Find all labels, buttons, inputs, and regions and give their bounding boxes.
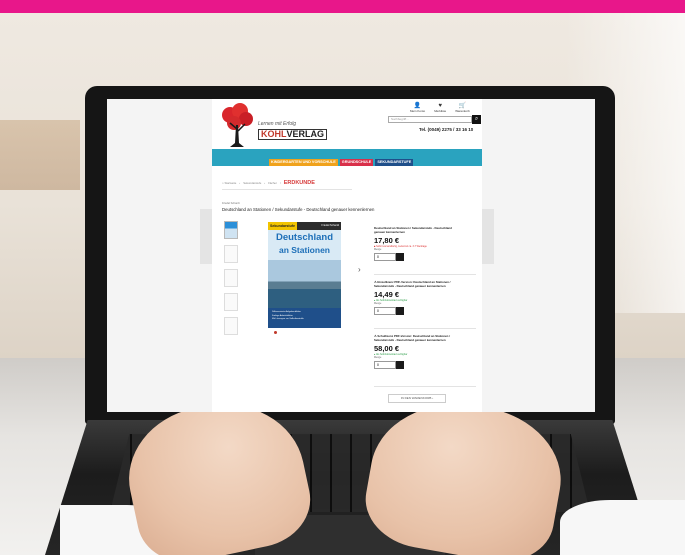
cart-link-label: Warenkorb bbox=[455, 109, 470, 113]
thumbnail-page[interactable] bbox=[224, 245, 238, 263]
logo-wordmark-kohl: KOHL bbox=[261, 129, 287, 139]
quantity-label: Menge bbox=[374, 356, 382, 360]
option-pdf-single: ⚠ Einzellizenz PDF-Version: Deutschland … bbox=[374, 280, 476, 315]
quantity-stepper[interactable] bbox=[396, 306, 404, 315]
quantity-stepper[interactable] bbox=[396, 252, 404, 261]
tab-kindergarten[interactable]: KINDERGARTEN UND VORSCHULE bbox=[269, 159, 338, 166]
carousel-next-tab[interactable] bbox=[482, 209, 494, 264]
breadcrumb-faecher[interactable]: Fächer bbox=[268, 181, 277, 185]
thumbnail-page[interactable] bbox=[224, 317, 238, 335]
product-title: Deutschland an Stationen / Sekundarstufe… bbox=[222, 207, 375, 212]
breadcrumb-erdkunde[interactable]: ERDKUNDE bbox=[284, 180, 315, 186]
add-to-cart-label: IN DEN WARENKORB bbox=[400, 396, 432, 400]
option-pdf-school: ⚠ Schullizenz PDF-Version: Deutschland a… bbox=[374, 334, 476, 369]
carousel-prev-tab[interactable] bbox=[200, 209, 212, 264]
cover-photo bbox=[268, 260, 341, 308]
thumbnail-page[interactable] bbox=[224, 269, 238, 287]
stock-status-text: Sofort versandfertig, Lieferzeit ca. 3-7… bbox=[376, 245, 427, 248]
carousel-dot[interactable] bbox=[274, 331, 277, 334]
quantity-input[interactable]: 0 bbox=[374, 252, 396, 261]
quantity-input[interactable]: 0 bbox=[374, 360, 396, 369]
option-name: genauer kennenlernen bbox=[374, 230, 405, 234]
search-icon: ⌕ bbox=[474, 116, 479, 122]
product-cover-image[interactable]: Sekundarstufe Friedel Schardt Deutschlan… bbox=[268, 222, 341, 328]
option-divider bbox=[374, 274, 476, 275]
thumbnail-page[interactable] bbox=[224, 293, 238, 311]
option-divider bbox=[374, 386, 476, 387]
cover-bullet-box: Differenzierte Aufgabenblätter Farbige A… bbox=[268, 308, 341, 328]
product-publisher: Friedel Schardt bbox=[222, 202, 240, 205]
option-print: Deutschland an Stationen / Sekundarstufe… bbox=[374, 226, 476, 261]
search-button[interactable]: ⌕ bbox=[472, 115, 481, 124]
quantity-stepper[interactable] bbox=[396, 360, 404, 369]
phone-number: Tel. (0049) 2275 / 33 16 10 bbox=[419, 127, 474, 132]
thumbnail-list bbox=[224, 221, 238, 335]
option-divider bbox=[374, 328, 476, 329]
breadcrumb-sekundarstufe[interactable]: Sekundarstufe bbox=[243, 181, 261, 185]
breadcrumb-separator: › bbox=[239, 181, 241, 185]
account-link[interactable]: 👤 Mein Konto bbox=[410, 103, 425, 113]
quantity-label: Menge bbox=[374, 248, 382, 252]
thumbnail-cover[interactable] bbox=[224, 221, 238, 239]
quantity-row: 0 bbox=[374, 252, 476, 261]
logo-wordmark-verlag: VERLAG bbox=[286, 129, 325, 139]
header-icon-links: 👤 Mein Konto ♥ Merkliste 🛒 Warenkorb bbox=[410, 103, 470, 113]
quantity-label: Menge bbox=[374, 302, 382, 306]
option-price: 14,49 € bbox=[374, 290, 400, 299]
cover-title-line2: an Stationen bbox=[278, 245, 330, 255]
web-page: Lernen mit Erfolg KOHLVERLAG 👤 Mein Kont… bbox=[212, 99, 482, 412]
breadcrumb-divider bbox=[222, 189, 352, 190]
breadcrumb-home[interactable]: ⌂ Startseite bbox=[222, 181, 236, 185]
account-link-label: Mein Konto bbox=[410, 109, 426, 113]
quantity-row: 0 bbox=[374, 306, 476, 315]
add-to-cart-button[interactable]: IN DEN WARENKORB › bbox=[388, 394, 446, 403]
cover-bullet: Mit Lösungen zur Selbstkontrolle bbox=[272, 318, 304, 321]
tab-grundschule[interactable]: GRUNDSCHULE bbox=[339, 159, 374, 166]
option-name: Sekundarstufe - Deutschland genauer kenn… bbox=[374, 284, 446, 288]
chevron-right-icon[interactable]: › bbox=[358, 265, 361, 274]
search-input[interactable]: Suchbegriff... bbox=[388, 116, 472, 123]
option-price: 58,00 € bbox=[374, 344, 400, 353]
quantity-input[interactable]: 0 bbox=[374, 306, 396, 315]
breadcrumb: ⌂ Startseite › Sekundarstufe › Fächer / … bbox=[222, 180, 315, 186]
option-name: Sekundarstufe - Deutschland genauer kenn… bbox=[374, 338, 446, 342]
cover-badge: Sekundarstufe bbox=[268, 222, 297, 230]
breadcrumb-separator: › bbox=[264, 181, 266, 185]
logo-slogan: Lernen mit Erfolg bbox=[258, 121, 297, 127]
tab-sekundarstufe[interactable]: SEKUNDARSTUFE bbox=[375, 159, 414, 166]
wishlist-link-label: Merkliste bbox=[434, 109, 447, 113]
tree-logo-icon[interactable] bbox=[220, 103, 254, 149]
option-price: 17,80 € bbox=[374, 236, 400, 245]
category-tabs: KINDERGARTEN UND VORSCHULE GRUNDSCHULE S… bbox=[269, 159, 414, 166]
breadcrumb-home-label: Startseite bbox=[224, 181, 237, 185]
cover-title-line1: Deutschland bbox=[275, 232, 333, 243]
background-shelf bbox=[0, 120, 80, 190]
logo-wordmark[interactable]: KOHLVERLAG bbox=[258, 129, 328, 140]
magenta-top-bar bbox=[0, 0, 685, 13]
laptop-screen: Lernen mit Erfolg KOHLVERLAG 👤 Mein Kont… bbox=[107, 99, 595, 412]
cover-author: Friedel Schardt bbox=[321, 224, 339, 227]
breadcrumb-separator: / bbox=[279, 181, 281, 185]
quantity-row: 0 bbox=[374, 360, 476, 369]
right-sleeve bbox=[560, 500, 685, 555]
wishlist-link[interactable]: ♥ Merkliste bbox=[434, 103, 446, 113]
cart-link[interactable]: 🛒 Warenkorb bbox=[455, 103, 470, 113]
